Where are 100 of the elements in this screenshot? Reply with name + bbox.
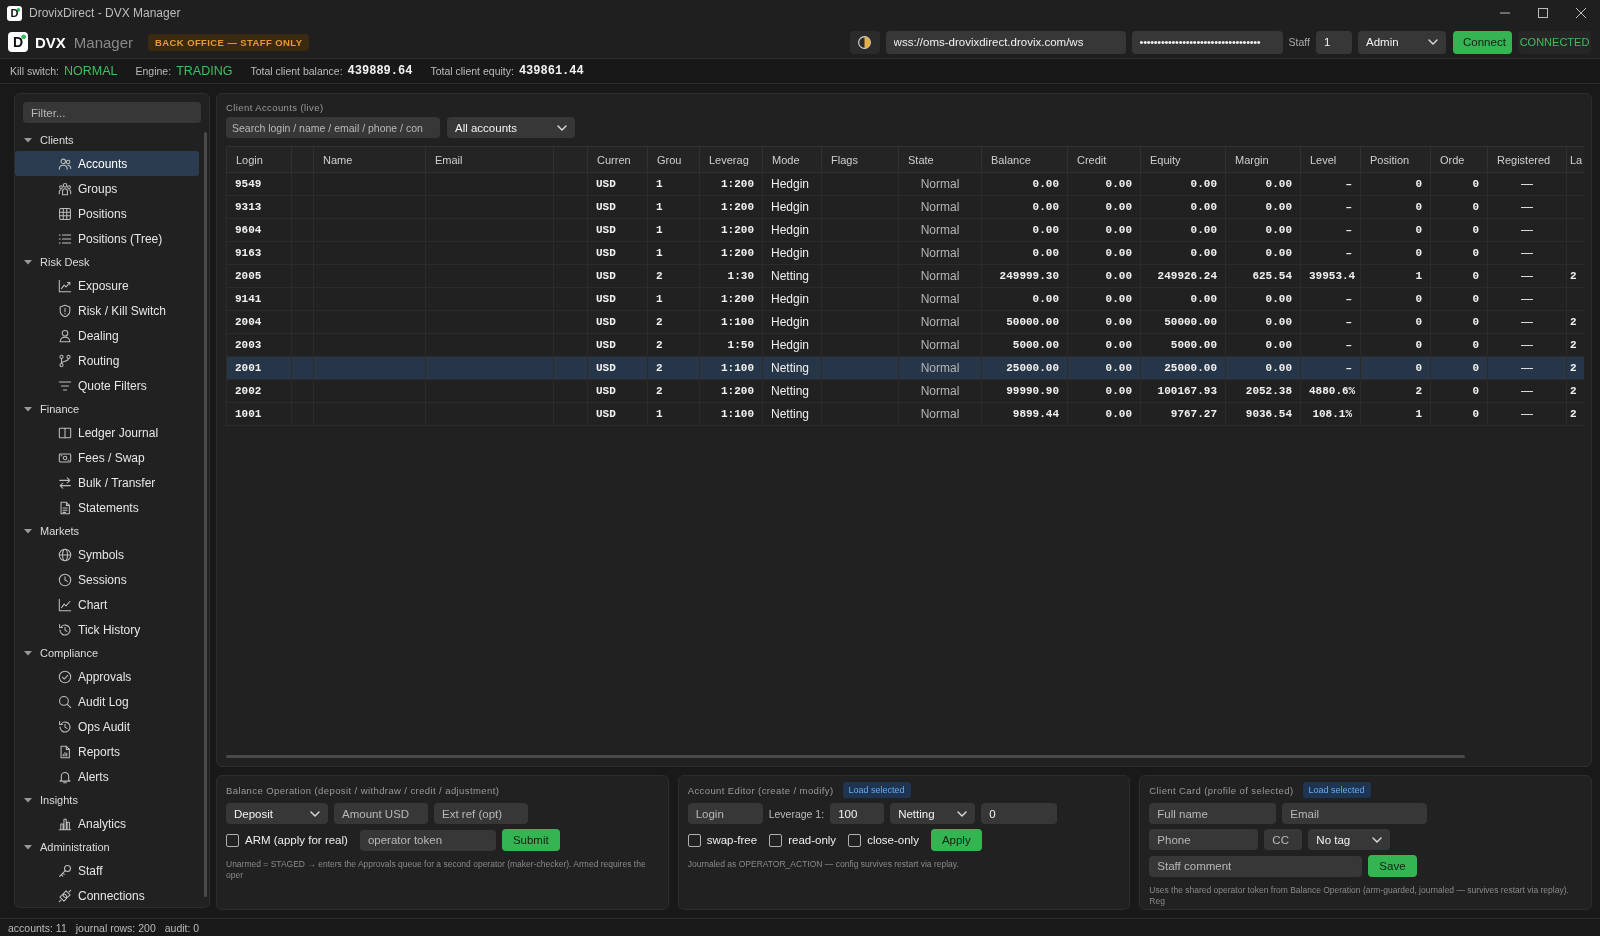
- checkbox-label[interactable]: close-only: [867, 834, 919, 846]
- full-name-field[interactable]: Full name: [1149, 803, 1277, 824]
- mode-dropdown[interactable]: Netting: [890, 803, 976, 824]
- theme-toggle-button[interactable]: [849, 30, 880, 54]
- sidebar-item[interactable]: Analytics: [15, 811, 199, 836]
- leverage-field[interactable]: 100: [830, 803, 885, 824]
- column-header[interactable]: Equity: [1140, 146, 1226, 173]
- operation-dropdown[interactable]: Deposit: [226, 803, 328, 824]
- sidebar-item[interactable]: Symbols: [15, 542, 199, 567]
- sidebar-item[interactable]: Routing: [15, 348, 199, 373]
- table-row[interactable]: 2001 USD 2 1:100 Netting Normal 25000.00 0.00 25000.00 0.00 – 0 0 — 2: [226, 356, 1584, 380]
- tree-group-header[interactable]: Insights: [15, 789, 199, 811]
- tree-group-header[interactable]: Risk Desk: [15, 251, 199, 273]
- email-field[interactable]: Email: [1282, 803, 1428, 824]
- sidebar-item[interactable]: Fees / Swap: [15, 445, 199, 470]
- login-field[interactable]: Login: [687, 803, 763, 824]
- column-header[interactable]: Login: [226, 146, 292, 173]
- table-row[interactable]: 9604 USD 1 1:200 Hedgin Normal 0.00 0.00 0.00 0.00 – 0 0 —: [226, 218, 1584, 242]
- close-icon[interactable]: [1576, 8, 1586, 18]
- checkbox[interactable]: [769, 833, 783, 847]
- account-filter-dropdown[interactable]: All accounts: [447, 117, 575, 138]
- country-code-field[interactable]: CC: [1264, 829, 1303, 850]
- sidebar-item[interactable]: Accounts: [15, 151, 199, 176]
- sidebar-item[interactable]: Connections: [15, 883, 199, 908]
- checkbox[interactable]: [848, 833, 862, 847]
- submit-button[interactable]: Submit: [501, 829, 560, 851]
- sidebar-item[interactable]: Sessions: [15, 567, 199, 592]
- column-header[interactable]: Margin: [1225, 146, 1301, 173]
- ext-ref-field[interactable]: Ext ref (opt): [434, 803, 528, 824]
- save-button[interactable]: Save: [1368, 855, 1417, 877]
- tree-group-header[interactable]: Finance: [15, 398, 199, 420]
- table-row[interactable]: 2003 USD 2 1:50 Hedgin Normal 5000.00 0.00 5000.00 0.00 – 0 0 — 2: [226, 333, 1584, 357]
- sidebar-item[interactable]: Risk / Kill Switch: [15, 298, 199, 323]
- search-field[interactable]: Search login / name / email / phone / con: [226, 117, 440, 138]
- maximize-icon[interactable]: [1538, 8, 1548, 18]
- sidebar-item[interactable]: Exposure: [15, 273, 199, 298]
- sidebar-item[interactable]: Ops Audit: [15, 714, 199, 739]
- horizontal-scrollbar[interactable]: [226, 755, 1465, 758]
- checkbox-label[interactable]: read-only: [788, 834, 837, 846]
- tree-group-header[interactable]: Administration: [15, 836, 199, 858]
- column-header[interactable]: Curren: [587, 146, 648, 173]
- amount-field[interactable]: Amount USD: [334, 803, 428, 824]
- sidebar-item[interactable]: Positions: [15, 201, 199, 226]
- table-row[interactable]: 2002 USD 2 1:200 Netting Normal 99990.90 0.00 100167.93 2052.38 4880.6% 2 0 — 2: [226, 379, 1584, 403]
- table-row[interactable]: 9313 USD 1 1:200 Hedgin Normal 0.00 0.00 0.00 0.00 – 0 0 —: [226, 195, 1584, 219]
- tree-group-header[interactable]: Clients: [15, 129, 199, 151]
- server-url-field[interactable]: wss://oms-drovixdirect.drovix.com/ws: [885, 30, 1126, 54]
- table-row[interactable]: 1001 USD 1 1:100 Netting Normal 9899.44 0.00 9767.27 9036.54 108.1% 1 0 — 2: [226, 402, 1584, 426]
- sidebar-item[interactable]: Reports: [15, 739, 199, 764]
- sidebar-item[interactable]: Groups: [15, 176, 199, 201]
- checkbox-label[interactable]: ARM (apply for real): [245, 834, 348, 846]
- sidebar-item[interactable]: Staff: [15, 858, 199, 883]
- column-header[interactable]: Registered: [1487, 146, 1567, 173]
- checkbox-label[interactable]: swap-free: [706, 834, 758, 846]
- column-header[interactable]: Level: [1300, 146, 1361, 173]
- sidebar-item[interactable]: Quote Filters: [15, 373, 199, 398]
- filter-field[interactable]: Filter...: [23, 102, 201, 123]
- column-header[interactable]: Grou: [647, 146, 700, 173]
- column-header[interactable]: Flags: [821, 146, 899, 173]
- number-field[interactable]: 0: [981, 803, 1058, 824]
- sidebar-item[interactable]: Alerts: [15, 764, 199, 789]
- staff-id-field[interactable]: 1: [1316, 30, 1352, 54]
- role-dropdown[interactable]: Admin: [1358, 30, 1446, 54]
- table-row[interactable]: 9141 USD 1 1:200 Hedgin Normal 0.00 0.00 0.00 0.00 – 0 0 —: [226, 287, 1584, 311]
- sidebar-item[interactable]: Statements: [15, 495, 199, 520]
- column-header[interactable]: State: [898, 146, 982, 173]
- column-header[interactable]: Email: [425, 146, 554, 173]
- table-row[interactable]: 9163 USD 1 1:200 Hedgin Normal 0.00 0.00 0.00 0.00 – 0 0 —: [226, 241, 1584, 265]
- phone-field[interactable]: Phone: [1149, 829, 1259, 850]
- token-field[interactable]: ••••••••••••••••••••••••••••••••••: [1131, 30, 1283, 54]
- column-header[interactable]: Leverag: [699, 146, 763, 173]
- tag-dropdown[interactable]: No tag: [1308, 829, 1391, 850]
- sidebar-item[interactable]: Approvals: [15, 664, 199, 689]
- column-header[interactable]: Balance: [981, 146, 1068, 173]
- sidebar-item[interactable]: Positions (Tree): [15, 226, 199, 251]
- column-header[interactable]: Credit: [1067, 146, 1141, 173]
- operator-token-field[interactable]: operator token: [359, 829, 496, 851]
- column-header[interactable]: Orde: [1430, 146, 1488, 173]
- checkbox[interactable]: [687, 833, 701, 847]
- sidebar-item[interactable]: Dealing: [15, 323, 199, 348]
- sidebar-item[interactable]: Audit Log: [15, 689, 199, 714]
- table-row[interactable]: 9549 USD 1 1:200 Hedgin Normal 0.00 0.00 0.00 0.00 – 0 0 —: [226, 172, 1584, 196]
- tree-group-header[interactable]: Compliance: [15, 642, 199, 664]
- load-selected-button[interactable]: Load selected: [842, 782, 911, 798]
- sidebar-item[interactable]: Chart: [15, 592, 199, 617]
- column-header[interactable]: Mode: [762, 146, 822, 173]
- sidebar-item[interactable]: Tick History: [15, 617, 199, 642]
- tree-group-header[interactable]: Markets: [15, 520, 199, 542]
- column-header[interactable]: Position: [1360, 146, 1431, 173]
- staff-comment-field[interactable]: Staff comment: [1149, 855, 1363, 877]
- checkbox[interactable]: [226, 833, 239, 847]
- column-header[interactable]: Name: [313, 146, 426, 173]
- table-row[interactable]: 2004 USD 2 1:100 Hedgin Normal 50000.00 0.00 50000.00 0.00 – 0 0 — 2: [226, 310, 1584, 334]
- sidebar-item[interactable]: Ledger Journal: [15, 420, 199, 445]
- connect-button[interactable]: Connect: [1453, 30, 1512, 54]
- apply-button[interactable]: Apply: [930, 829, 982, 851]
- vertical-scrollbar[interactable]: [204, 132, 207, 897]
- load-selected-button[interactable]: Load selected: [1302, 782, 1371, 798]
- table-row[interactable]: 2005 USD 2 1:30 Netting Normal 249999.30 0.00 249926.24 625.54 39953.4 1 0 — 2: [226, 264, 1584, 288]
- sidebar-item[interactable]: Bulk / Transfer: [15, 470, 199, 495]
